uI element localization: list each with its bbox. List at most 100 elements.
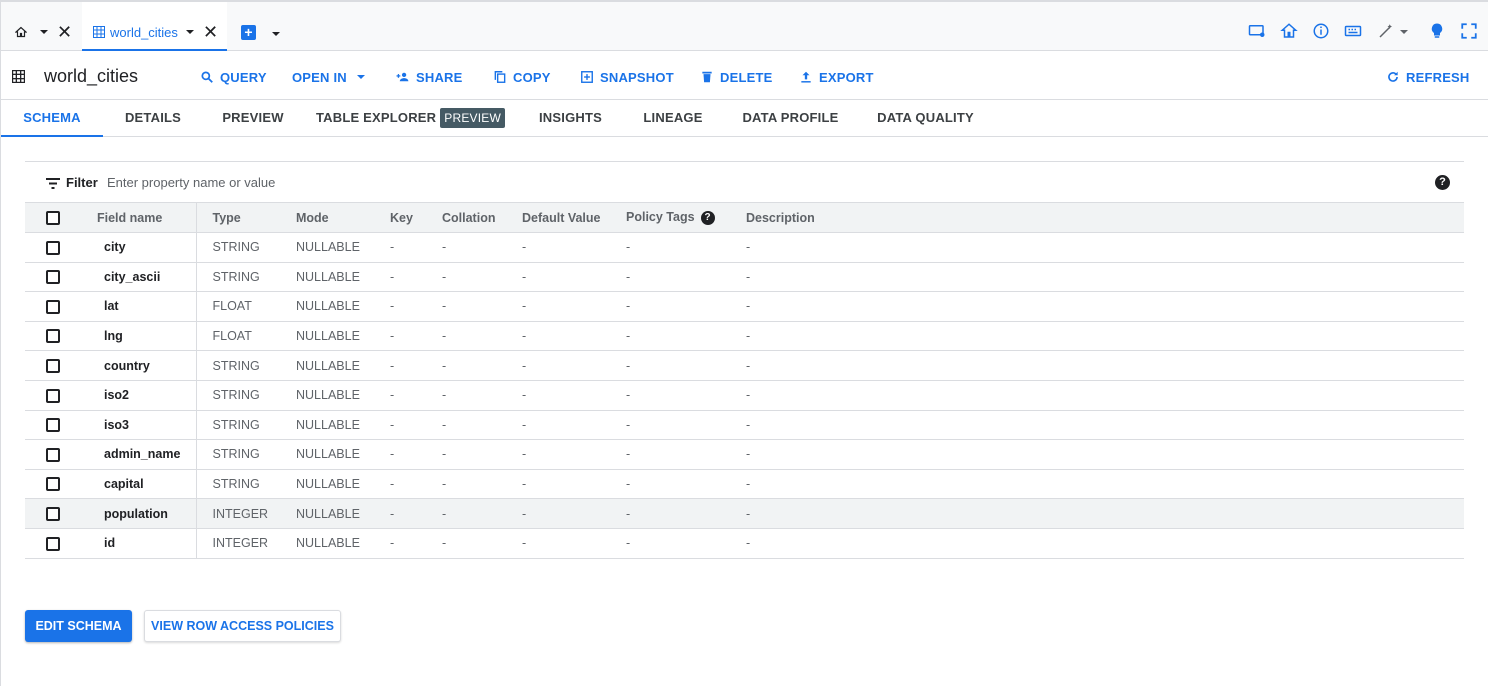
header-key[interactable]: Key xyxy=(390,202,442,233)
table-row[interactable]: lng FLOAT NULLABLE - - - - - xyxy=(25,321,1464,352)
tab-home[interactable]: ✕ xyxy=(9,2,79,51)
query-button[interactable]: QUERY xyxy=(200,68,267,86)
header-default-value[interactable]: Default Value xyxy=(522,202,626,233)
row-checkbox-cell xyxy=(25,291,89,322)
key-cell: - xyxy=(390,528,442,559)
view-row-access-policies-button[interactable]: VIEW ROW ACCESS POLICIES xyxy=(144,610,341,642)
default-value-cell: - xyxy=(522,291,626,322)
export-button[interactable]: EXPORT xyxy=(799,68,874,86)
mode-cell: NULLABLE xyxy=(296,291,390,322)
type-cell: STRING xyxy=(196,410,296,441)
table-row[interactable]: admin_name STRING NULLABLE - - - - - xyxy=(25,439,1464,470)
field-name-cell: city_ascii xyxy=(89,262,197,293)
keyboard-icon[interactable] xyxy=(1344,22,1362,40)
tab-insights[interactable]: INSIGHTS xyxy=(518,100,623,137)
tab-table-explorer[interactable]: TABLE EXPLORER PREVIEW xyxy=(303,100,518,137)
description-cell: - xyxy=(746,498,1464,529)
open-in-button[interactable]: OPEN IN xyxy=(292,68,365,86)
tab-details[interactable]: DETAILS xyxy=(103,100,203,137)
policy-tags-cell: - xyxy=(626,291,746,322)
chevron-down-icon[interactable] xyxy=(40,30,48,34)
field-name-cell: city xyxy=(89,232,197,263)
chevron-down-icon[interactable] xyxy=(272,32,280,36)
close-icon[interactable]: ✕ xyxy=(203,23,218,41)
info-icon[interactable] xyxy=(1312,22,1330,40)
chevron-down-icon[interactable] xyxy=(1400,30,1408,34)
tab-schema[interactable]: SCHEMA xyxy=(1,100,103,137)
magic-wand-icon[interactable] xyxy=(1377,22,1395,40)
table-row[interactable]: population INTEGER NULLABLE - - - - - xyxy=(25,498,1464,529)
delete-button[interactable]: DELETE xyxy=(700,68,772,86)
table-row[interactable]: lat FLOAT NULLABLE - - - - - xyxy=(25,291,1464,322)
table-row[interactable]: id INTEGER NULLABLE - - - - - xyxy=(25,528,1464,559)
select-all-cell xyxy=(25,202,89,233)
default-value-cell: - xyxy=(522,410,626,441)
header-collation[interactable]: Collation xyxy=(442,202,522,233)
collation-cell: - xyxy=(442,528,522,559)
help-icon[interactable]: ? xyxy=(1435,175,1450,190)
header-mode[interactable]: Mode xyxy=(296,202,390,233)
table-row[interactable]: country STRING NULLABLE - - - - - xyxy=(25,350,1464,381)
mode-cell: NULLABLE xyxy=(296,321,390,352)
default-value-cell: - xyxy=(522,350,626,381)
row-checkbox[interactable] xyxy=(46,270,60,285)
row-checkbox[interactable] xyxy=(46,536,60,551)
key-cell: - xyxy=(390,321,442,352)
table-row[interactable]: city_ascii STRING NULLABLE - - - - - xyxy=(25,262,1464,293)
row-checkbox[interactable] xyxy=(46,388,60,403)
help-icon[interactable]: ? xyxy=(700,210,715,225)
tv-icon[interactable] xyxy=(1248,22,1266,40)
tab-data-quality[interactable]: DATA QUALITY xyxy=(858,100,993,137)
field-name-cell: lat xyxy=(89,291,197,322)
add-box-icon[interactable]: + xyxy=(241,25,256,40)
lightbulb-icon[interactable] xyxy=(1428,22,1446,40)
select-all-checkbox[interactable] xyxy=(46,210,60,225)
fullscreen-icon[interactable] xyxy=(1460,22,1478,40)
table-row[interactable]: capital STRING NULLABLE - - - - - xyxy=(25,469,1464,500)
edit-schema-button[interactable]: EDIT SCHEMA xyxy=(25,610,132,642)
snapshot-button[interactable]: SNAPSHOT xyxy=(580,68,674,86)
row-checkbox[interactable] xyxy=(46,240,60,255)
row-checkbox[interactable] xyxy=(46,447,60,462)
field-name-cell: population xyxy=(89,498,197,529)
table-row[interactable]: iso3 STRING NULLABLE - - - - - xyxy=(25,410,1464,441)
home-icon[interactable] xyxy=(1280,22,1298,40)
filter-input[interactable] xyxy=(107,170,707,194)
trash-icon xyxy=(702,71,712,83)
table-row[interactable]: iso2 STRING NULLABLE - - - - - xyxy=(25,380,1464,411)
close-icon[interactable]: ✕ xyxy=(57,23,72,41)
row-checkbox[interactable] xyxy=(46,329,60,344)
row-checkbox[interactable] xyxy=(46,506,60,521)
row-checkbox[interactable] xyxy=(46,299,60,314)
chevron-down-icon[interactable] xyxy=(186,30,194,34)
collation-cell: - xyxy=(442,350,522,381)
tab-lineage[interactable]: LINEAGE xyxy=(623,100,723,137)
key-cell: - xyxy=(390,291,442,322)
row-checkbox[interactable] xyxy=(46,359,60,374)
mode-cell: NULLABLE xyxy=(296,262,390,293)
schema-table-body: city STRING NULLABLE - - - - - city_ascii STRING N… xyxy=(25,232,1464,559)
key-cell: - xyxy=(390,498,442,529)
share-button[interactable]: SHARE xyxy=(396,68,463,86)
mode-cell: NULLABLE xyxy=(296,469,390,500)
header-field-name[interactable]: Field name xyxy=(89,202,197,233)
tab-data-profile[interactable]: DATA PROFILE xyxy=(723,100,858,137)
header-type[interactable]: Type xyxy=(196,202,296,233)
filter-bar: Filter ? xyxy=(25,161,1464,203)
row-checkbox-cell xyxy=(25,262,89,293)
row-checkbox[interactable] xyxy=(46,418,60,433)
type-cell: STRING xyxy=(196,350,296,381)
header-description[interactable]: Description xyxy=(746,202,1464,233)
refresh-button[interactable]: REFRESH xyxy=(1386,68,1470,86)
tab-preview[interactable]: PREVIEW xyxy=(203,100,303,137)
tab-world-cities[interactable]: world_cities ✕ xyxy=(82,2,227,51)
collation-cell: - xyxy=(442,498,522,529)
table-row[interactable]: city STRING NULLABLE - - - - - xyxy=(25,232,1464,263)
description-cell: - xyxy=(746,410,1464,441)
default-value-cell: - xyxy=(522,469,626,500)
row-checkbox-cell xyxy=(25,410,89,441)
delete-label: DELETE xyxy=(720,69,773,85)
row-checkbox[interactable] xyxy=(46,477,60,492)
copy-button[interactable]: COPY xyxy=(493,68,551,86)
header-policy-tags[interactable]: Policy Tags? xyxy=(626,202,746,233)
